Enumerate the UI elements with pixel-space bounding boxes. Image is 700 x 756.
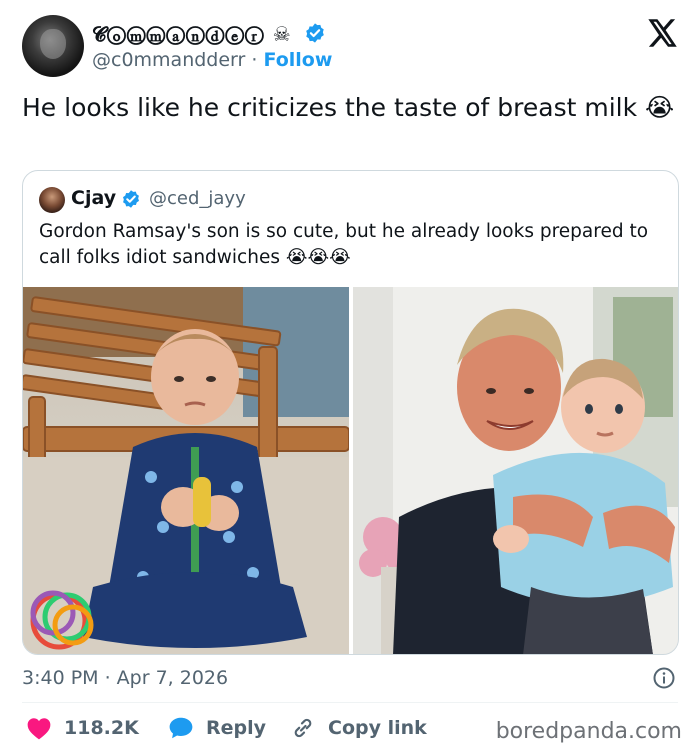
quoted-tweet-card[interactable]: Cjay @ced_jayy Gordon Ramsay's son is so…: [22, 170, 679, 655]
like-button[interactable]: 118.2K: [26, 716, 139, 740]
info-icon[interactable]: [652, 666, 676, 690]
handle-separator: ·: [251, 49, 258, 71]
copy-link-button[interactable]: Copy link: [290, 716, 427, 740]
tweet-header: 𝓒ⓞⓜⓜⓐⓝⓓⓔⓡ ☠ @c0mmandderr · Follow: [22, 15, 682, 81]
like-count: 118.2K: [64, 717, 139, 739]
reply-label: Reply: [206, 717, 267, 739]
quoted-author-name[interactable]: Cjay: [71, 187, 116, 209]
photo-baby-on-beach-illustration: [23, 287, 349, 654]
heart-icon: [27, 718, 51, 740]
photo-baby-on-beach[interactable]: [23, 287, 349, 654]
quoted-tweet-text: Gordon Ramsay's son is so cute, but he a…: [39, 221, 649, 268]
reply-bubble-icon: [169, 717, 193, 739]
reply-button[interactable]: Reply: [168, 716, 266, 740]
author-handle-row: @c0mmandderr · Follow: [92, 49, 332, 71]
author-handle[interactable]: @c0mmandderr: [92, 49, 245, 71]
footer-divider: [22, 702, 678, 703]
link-icon: [294, 718, 312, 738]
verified-badge-icon: [305, 23, 324, 43]
quoted-author-avatar[interactable]: [39, 187, 65, 213]
boredpanda-watermark: boredpanda.com: [495, 719, 682, 744]
quoted-author-handle[interactable]: @ced_jayy: [149, 188, 246, 209]
tweet-timestamp[interactable]: 3:40 PM · Apr 7, 2026: [22, 667, 228, 689]
copy-link-label: Copy link: [328, 717, 427, 739]
follow-button[interactable]: Follow: [263, 49, 332, 71]
photo-man-holding-baby-illustration: [353, 287, 678, 654]
quoted-verified-badge-icon: [123, 190, 139, 208]
author-display-name[interactable]: 𝓒ⓞⓜⓜⓐⓝⓓⓔⓡ ☠: [92, 22, 326, 46]
photo-man-holding-baby[interactable]: [353, 287, 678, 654]
x-logo-icon[interactable]: [648, 19, 678, 47]
author-display-name-text[interactable]: 𝓒ⓞⓜⓜⓐⓝⓓⓔⓡ ☠: [92, 22, 292, 46]
author-avatar[interactable]: [22, 15, 84, 77]
tweet-text: He looks like he criticizes the taste of…: [22, 93, 675, 122]
